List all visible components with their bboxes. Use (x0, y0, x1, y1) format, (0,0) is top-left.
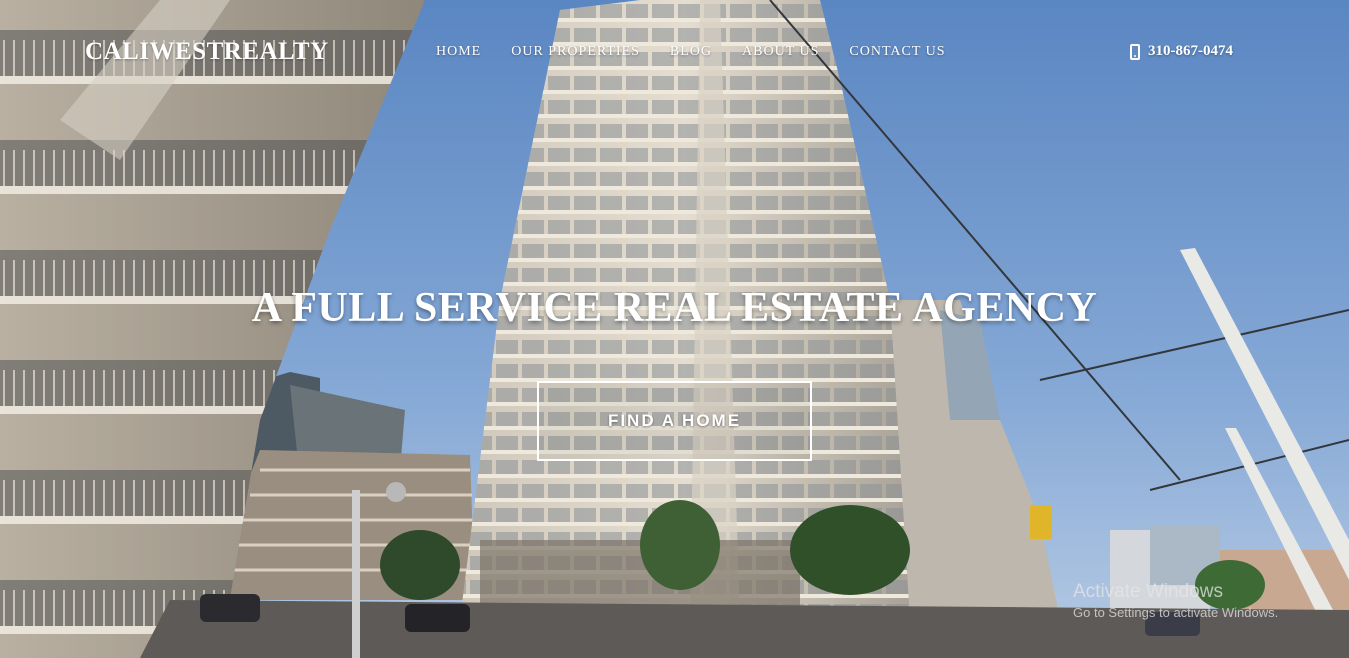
brand-logo[interactable]: CALIWESTREALTY (85, 38, 329, 66)
mobile-phone-icon (1130, 43, 1140, 60)
nav-item-contact-us[interactable]: CONTACT US (849, 44, 945, 60)
main-nav: HOME OUR PROPERTIES BLOG ABOUT US CONTAC… (436, 44, 976, 60)
nav-item-about-us[interactable]: ABOUT US (742, 44, 819, 60)
watermark-subtitle: Go to Settings to activate Windows. (1073, 605, 1279, 620)
find-a-home-button[interactable]: FIND A HOME (537, 381, 812, 461)
watermark-title: Activate Windows (1073, 581, 1223, 602)
phone-number: 310-867-0474 (1148, 43, 1233, 59)
windows-activation-watermark: Activate Windows Go to Settings to activ… (1073, 581, 1278, 620)
nav-item-our-properties[interactable]: OUR PROPERTIES (511, 44, 640, 60)
hero-headline: A FULL SERVICE REAL ESTATE AGENCY (251, 285, 1098, 331)
nav-item-home[interactable]: HOME (436, 44, 481, 60)
nav-item-blog[interactable]: BLOG (670, 44, 712, 60)
site-header: CALIWESTREALTY HOME OUR PROPERTIES BLOG … (0, 0, 1349, 104)
phone-link[interactable]: 310-867-0474 (1130, 43, 1233, 60)
